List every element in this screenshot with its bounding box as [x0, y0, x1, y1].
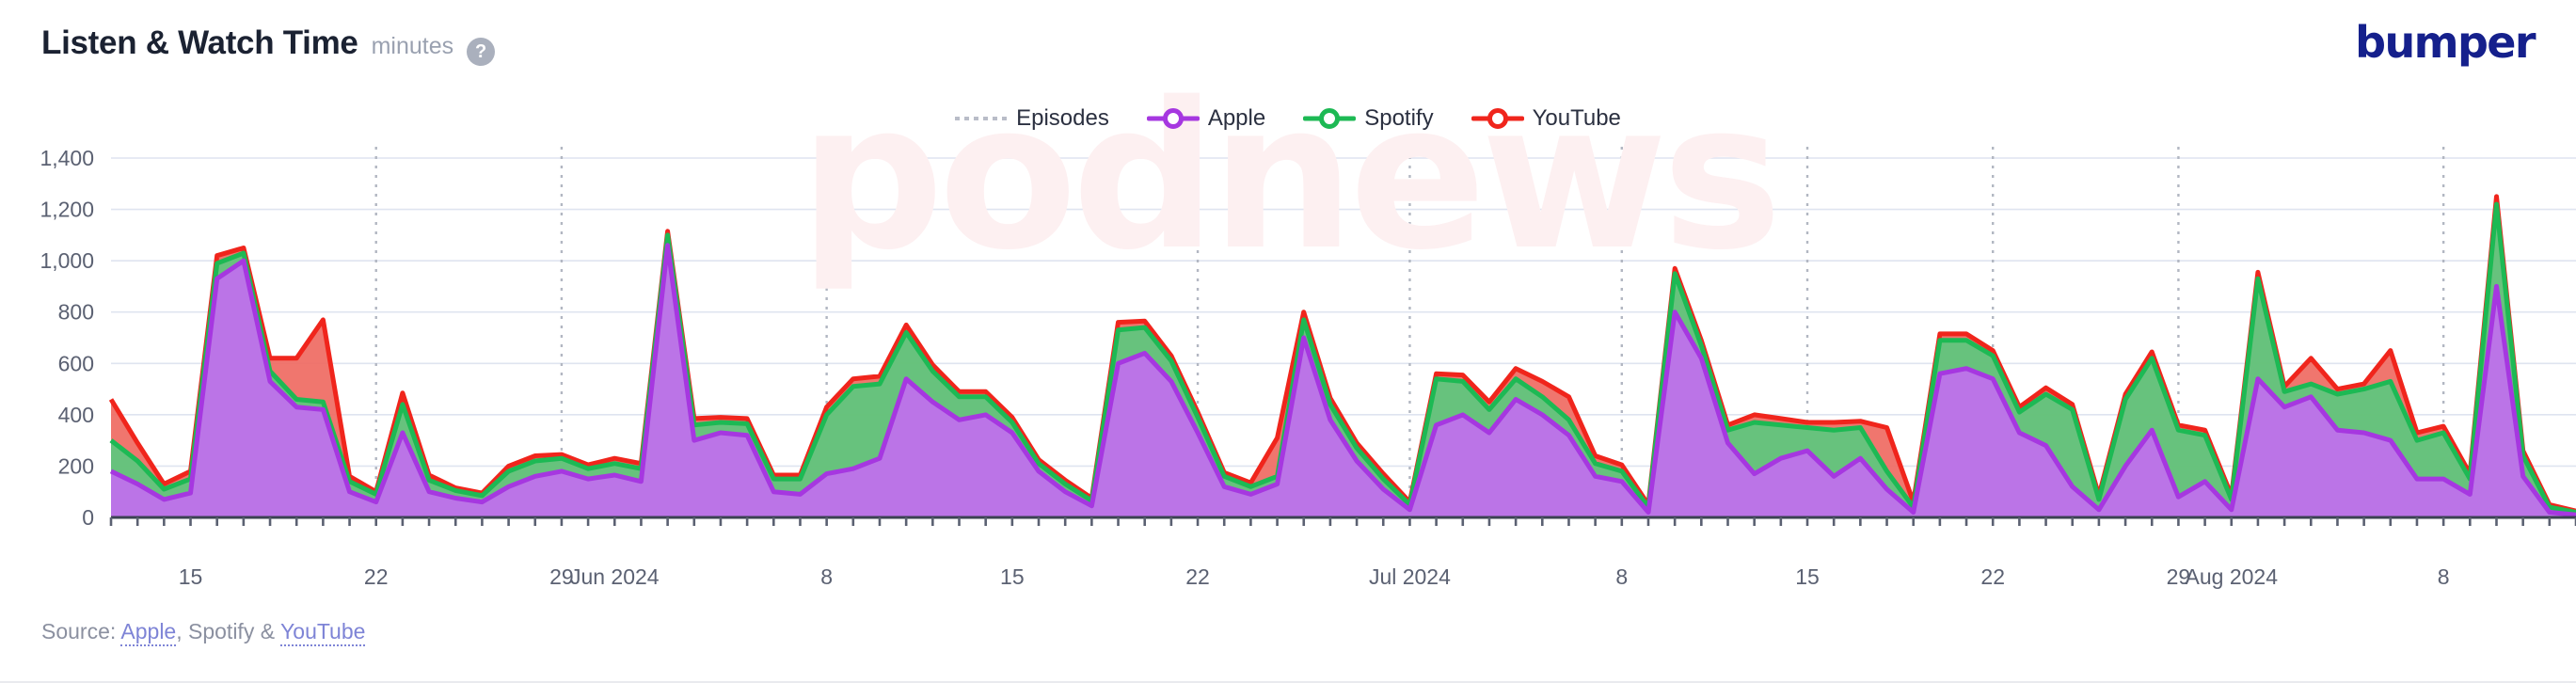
legend-item-youtube[interactable]: YouTube: [1471, 105, 1621, 132]
x-axis-tick-label: 15: [1795, 564, 1820, 589]
legend-item-episodes[interactable]: Episodes: [955, 105, 1109, 132]
episodes-dotted-line-icon: [955, 117, 1009, 120]
youtube-line-marker-icon: [1471, 106, 1524, 131]
x-axis-tick-label: 22: [1980, 564, 2005, 589]
x-axis-tick-label: 8: [820, 564, 834, 589]
y-axis-tick-label: 0: [82, 505, 94, 530]
legend-label-youtube: YouTube: [1532, 105, 1621, 131]
x-axis-tick-label: 22: [1185, 564, 1210, 589]
bumper-logo: bumper: [2355, 17, 2536, 68]
chart-legend: Episodes Apple Spotify YouTube: [0, 105, 2576, 132]
y-axis-tick-label: 1,400: [40, 146, 94, 170]
stacked-area-chart[interactable]: 0 200 400 600 800 1,000 1,200 1,400: [0, 141, 2576, 564]
title-unit: minutes: [371, 32, 454, 59]
legend-label-spotify: Spotify: [1364, 105, 1434, 131]
source-link-youtube[interactable]: YouTube: [280, 619, 366, 646]
y-axis-tick-label: 200: [58, 453, 94, 478]
x-axis-tick-label: Aug 2024: [2185, 564, 2278, 589]
apple-line-marker-icon: [1146, 106, 1200, 131]
x-axis-tick-label: 8: [2437, 564, 2450, 589]
x-axis-tick-label: 15: [1000, 564, 1025, 589]
y-axis-tick-label: 1,200: [40, 198, 94, 222]
source-link-apple[interactable]: Apple: [120, 619, 177, 646]
y-axis-tick-label: 600: [58, 351, 94, 375]
source-sep-2: &: [254, 619, 281, 643]
legend-item-apple[interactable]: Apple: [1146, 105, 1266, 132]
chart-plot-area: podnews 0 200 400 600 800 1,000 1,200 1,400: [0, 75, 2576, 564]
y-axis-tick-label: 800: [58, 300, 94, 325]
legend-label-episodes: Episodes: [1016, 105, 1109, 131]
y-axis-tick-label: 400: [58, 403, 94, 427]
x-axis-tick-label: Jul 2024: [1368, 564, 1451, 589]
source-footer: Source: Apple, Spotify & YouTube: [41, 619, 366, 646]
x-axis-tick-label: 22: [363, 564, 389, 589]
question-mark-icon[interactable]: ?: [467, 38, 496, 67]
legend-item-spotify[interactable]: Spotify: [1303, 105, 1434, 132]
x-axis-tick-label: Jun 2024: [569, 564, 660, 589]
source-sep-1: ,: [176, 619, 188, 643]
y-axis-tick-label: 1,000: [40, 248, 94, 273]
page-title: Listen & Watch Time: [41, 24, 358, 61]
title-group: Listen & Watch Time minutes ?: [41, 24, 496, 67]
source-prefix: Source:: [41, 619, 121, 643]
x-axis-labels: 15 22 29 Jun 2024 8 15 22 Jul 2024 8 15 22 29 Aug 20…: [0, 564, 2576, 608]
legend-label-apple: Apple: [1207, 105, 1266, 131]
source-spotify-text: Spotify: [188, 619, 255, 643]
chart-header: Listen & Watch Time minutes ? bumper: [0, 0, 2576, 87]
x-axis-tick-label: 8: [1615, 564, 1629, 589]
x-axis-tick-label: 15: [178, 564, 203, 589]
spotify-line-marker-icon: [1303, 106, 1357, 131]
chart-card: Listen & Watch Time minutes ? bumper Epi…: [0, 0, 2576, 683]
